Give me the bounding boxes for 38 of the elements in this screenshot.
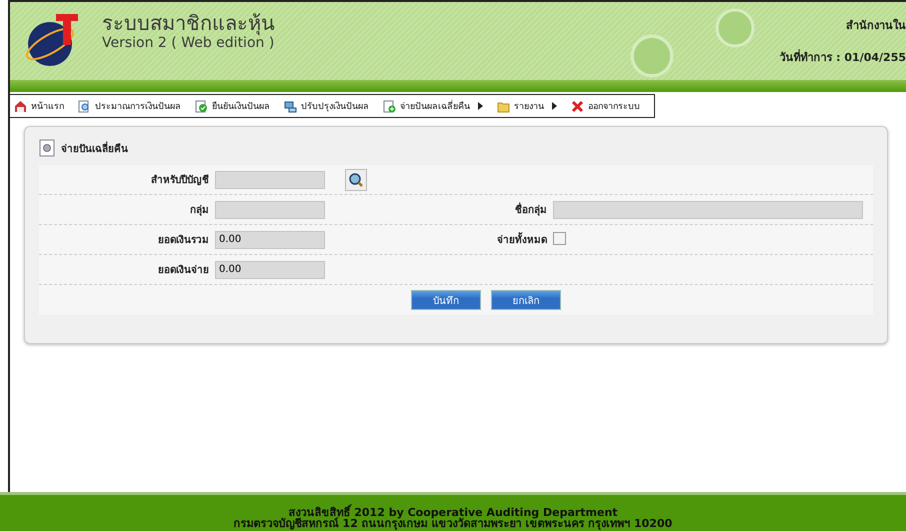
computer-icon xyxy=(284,100,297,112)
save-button[interactable]: บันทึก xyxy=(411,290,481,310)
field-label: กลุ่ม xyxy=(189,204,209,217)
search-icon xyxy=(348,172,364,188)
menu-item[interactable]: ประมาณการเงินปันผล xyxy=(76,99,193,113)
search-button[interactable] xyxy=(345,168,367,190)
field-label: จ่ายทั้งหมด xyxy=(427,232,547,247)
folder-icon xyxy=(497,100,510,112)
document-check-icon xyxy=(195,100,208,112)
input-field[interactable] xyxy=(215,170,325,188)
coin-icon xyxy=(630,34,674,78)
menu-item[interactable]: หน้าแรก xyxy=(12,99,76,113)
input-field[interactable] xyxy=(215,200,325,218)
document-plus-icon xyxy=(383,100,396,112)
office-name: สำนักงานใน xyxy=(846,18,906,34)
close-icon xyxy=(571,100,584,112)
address-text: กรมตรวจบัญชีสหกรณ์ 12 ถนนกรุงเกษม แขวงวัดสามพระยา เขตพระนคร กรุงเทพฯ 10200 xyxy=(234,518,672,529)
menu-item[interactable]: ออกจากระบบ xyxy=(569,99,652,113)
house-icon xyxy=(14,100,27,112)
menu-item[interactable]: รายงาน xyxy=(495,99,569,113)
checkbox[interactable] xyxy=(553,232,566,245)
input-field[interactable]: 0.00 xyxy=(215,230,325,248)
field-label: ยอดเงินรวม xyxy=(157,234,209,247)
menu-item[interactable]: จ่ายปันผลเฉลี่ยคืน xyxy=(381,99,495,113)
input-field[interactable]: 0.00 xyxy=(215,260,325,278)
field-label: ชื่อกลุ่ม xyxy=(427,202,547,217)
app-title: ระบบสมาชิกและหุ้น xyxy=(102,12,275,34)
cancel-button[interactable]: ยกเลิก xyxy=(491,290,561,310)
work-date: วันที่ทำการ : 01/04/255 xyxy=(779,48,906,66)
menu-item[interactable]: ยืนยันเงินปันผล xyxy=(193,99,282,113)
document-gear-icon xyxy=(39,139,55,157)
panel-title: จ่ายปันเฉลี่ยคืน xyxy=(61,140,128,156)
version-text: Version 2 ( Web edition ) xyxy=(102,35,275,52)
document-magnifier-icon xyxy=(78,100,91,112)
field-label: สำหรับปีบัญชี xyxy=(150,173,209,187)
input-field[interactable] xyxy=(553,200,863,218)
menu-item[interactable]: ปรับปรุงเงินปันผล xyxy=(282,99,381,113)
field-label: ยอดเงินจ่าย xyxy=(157,264,209,277)
